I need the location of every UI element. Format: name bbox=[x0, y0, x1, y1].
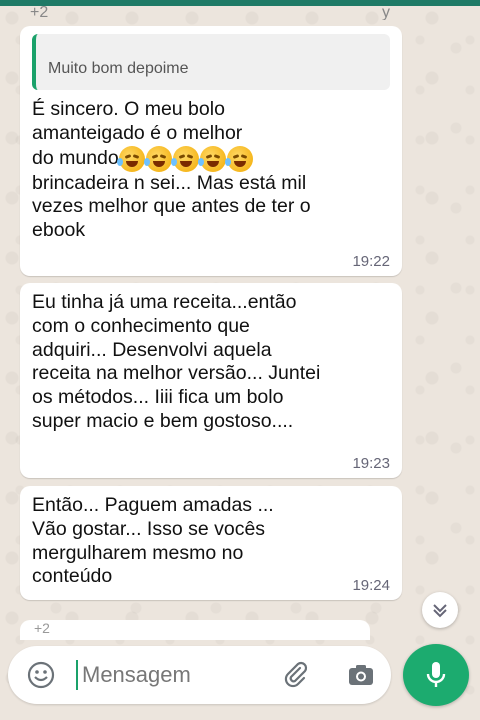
message-emoji-line: do mundo bbox=[32, 145, 390, 172]
rolling-on-floor-laughing-icon bbox=[224, 145, 253, 172]
quoted-author bbox=[48, 40, 380, 56]
message-time: 19:24 bbox=[352, 577, 390, 594]
previous-message-fragment: +2 y bbox=[30, 4, 390, 20]
message-composer: Mensagem bbox=[8, 646, 391, 704]
previous-message-right: y bbox=[382, 4, 390, 20]
message-text-part3: brincadeira n sei... Mas está mil vezes … bbox=[32, 171, 311, 242]
quoted-reply[interactable]: Muito bom depoime bbox=[32, 34, 390, 90]
rolling-on-floor-laughing-icon bbox=[116, 145, 145, 172]
microphone-button[interactable] bbox=[403, 644, 469, 706]
message-text-part1: É sincero. O meu bolo amanteigado é o me… bbox=[32, 98, 243, 144]
previous-message-left: +2 bbox=[30, 4, 49, 20]
scroll-to-bottom-button[interactable] bbox=[422, 592, 458, 628]
message-bubble-1[interactable]: Muito bom depoime É sincero. O meu bolo … bbox=[20, 26, 402, 276]
quoted-text: Muito bom depoime bbox=[48, 60, 189, 77]
chevron-double-down-icon bbox=[433, 604, 447, 618]
microphone-icon bbox=[426, 662, 446, 687]
message-time: 19:23 bbox=[352, 455, 390, 472]
camera-icon[interactable] bbox=[345, 659, 377, 691]
message-bubble-2[interactable]: Eu tinha já uma receita...então com o co… bbox=[20, 283, 402, 478]
message-time: 19:22 bbox=[352, 253, 390, 270]
laughing-emoji-group bbox=[116, 145, 253, 172]
message-input[interactable]: Mensagem bbox=[76, 660, 276, 690]
message-bubble-3[interactable]: Então... Paguem amadas ... Vão gostar...… bbox=[20, 486, 402, 600]
rolling-on-floor-laughing-icon bbox=[143, 145, 172, 172]
rolling-on-floor-laughing-icon bbox=[170, 145, 199, 172]
next-message-text: +2 bbox=[34, 620, 50, 636]
message-text-part2: do mundo bbox=[32, 146, 119, 169]
message-text: Eu tinha já uma receita...então com o co… bbox=[32, 291, 321, 432]
next-message-fragment: +2 bbox=[20, 620, 370, 640]
paperclip-icon[interactable] bbox=[280, 659, 312, 691]
emoji-icon[interactable] bbox=[26, 660, 56, 690]
rolling-on-floor-laughing-icon bbox=[197, 145, 226, 172]
message-text: Então... Paguem amadas ... Vão gostar...… bbox=[32, 494, 274, 588]
